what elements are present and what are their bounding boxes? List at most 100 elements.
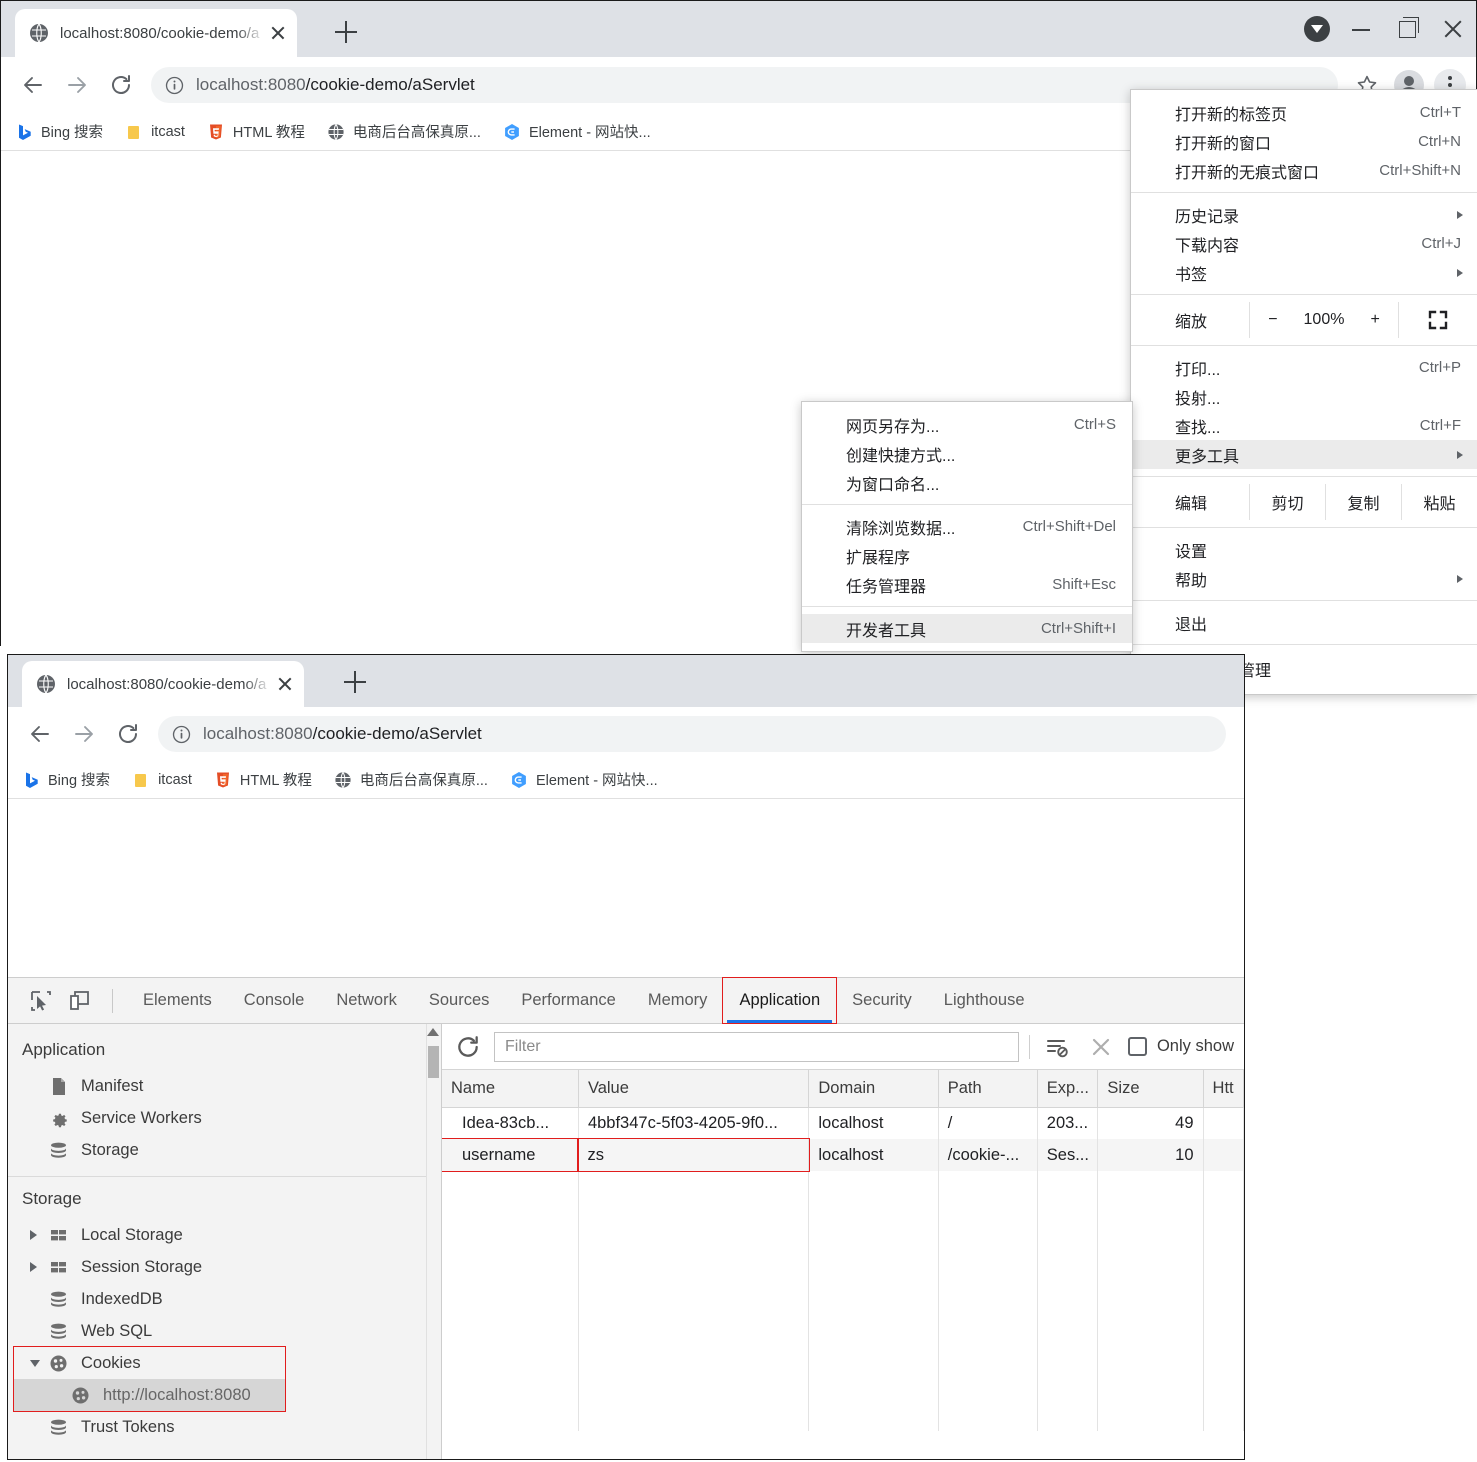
chevron-right-icon[interactable] [30, 1262, 37, 1272]
info-circle-icon[interactable] [165, 76, 184, 95]
only-show-checkbox[interactable] [1127, 1037, 1147, 1056]
submenu-item-task-manager[interactable]: 任务管理器 Shift+Esc [802, 570, 1132, 599]
submenu-item-developer-tools[interactable]: 开发者工具 Ctrl+Shift+I [802, 614, 1132, 643]
bookmark-itcast[interactable]: itcast [132, 771, 192, 789]
tab-lighthouse[interactable]: Lighthouse [928, 978, 1041, 1023]
tab-console[interactable]: Console [228, 978, 321, 1023]
cell-domain[interactable]: localhost [808, 1139, 939, 1171]
bookmark-itcast[interactable]: itcast [125, 123, 185, 141]
chevron-down-icon[interactable] [30, 1360, 40, 1372]
menu-item-cast[interactable]: 投射... [1131, 382, 1477, 411]
cell-path[interactable]: /cookie-... [938, 1139, 1038, 1171]
tab-sources[interactable]: Sources [413, 978, 506, 1023]
menu-item-more-tools[interactable]: 更多工具 [1131, 440, 1477, 469]
bookmark-html-tutorial[interactable]: HTML 教程 [207, 121, 305, 142]
submenu-item-name-window[interactable]: 为窗口命名... [802, 468, 1132, 497]
cell-value[interactable]: zs [577, 1138, 810, 1172]
sidebar-item-storage[interactable]: Storage [8, 1134, 441, 1166]
menu-item-new-incognito-window[interactable]: 打开新的无痕式窗口 Ctrl+Shift+N [1131, 156, 1477, 185]
menu-item-new-window[interactable]: 打开新的窗口 Ctrl+N [1131, 127, 1477, 156]
restore-icon[interactable] [1384, 1, 1430, 57]
column-header-value[interactable]: Value [578, 1070, 810, 1108]
column-header-expires[interactable]: Exp... [1037, 1070, 1099, 1108]
minimize-icon[interactable] [1338, 1, 1384, 57]
forward-arrow-icon[interactable] [62, 712, 106, 756]
sidebar-item-session-storage[interactable]: Session Storage [8, 1251, 441, 1283]
column-header-path[interactable]: Path [938, 1070, 1038, 1108]
tab-close-icon[interactable] [265, 20, 291, 46]
cell-httponly[interactable] [1203, 1139, 1245, 1171]
tab-network[interactable]: Network [320, 978, 413, 1023]
cell-path[interactable]: / [938, 1107, 1038, 1139]
back-arrow-icon[interactable] [11, 63, 55, 107]
menu-item-new-tab[interactable]: 打开新的标签页 Ctrl+T [1131, 98, 1477, 127]
cell-value[interactable]: 4bbf347c-5f03-4205-9f0... [578, 1107, 810, 1139]
tab-performance[interactable]: Performance [505, 978, 631, 1023]
fullscreen-button[interactable] [1399, 302, 1477, 338]
info-circle-icon[interactable] [172, 725, 191, 744]
menu-item-help[interactable]: 帮助 [1131, 564, 1477, 593]
cell-size[interactable]: 10 [1097, 1139, 1204, 1171]
sidebar-item-web-sql[interactable]: Web SQL [8, 1315, 441, 1347]
inspect-element-icon[interactable] [22, 982, 60, 1020]
submenu-item-create-shortcut[interactable]: 创建快捷方式... [802, 439, 1132, 468]
back-arrow-icon[interactable] [18, 712, 62, 756]
cell-expires[interactable]: 203... [1037, 1107, 1099, 1139]
tab-close-icon[interactable] [272, 671, 298, 697]
delete-x-icon[interactable] [1084, 1032, 1118, 1062]
tab-elements[interactable]: Elements [127, 978, 228, 1023]
refresh-icon[interactable] [452, 1031, 484, 1063]
sidebar-item-indexeddb[interactable]: IndexedDB [8, 1283, 441, 1315]
cell-httponly[interactable] [1203, 1107, 1245, 1139]
browser-tab[interactable]: localhost:8080/cookie-demo/a [22, 661, 304, 707]
browser-tab[interactable]: localhost:8080/cookie-demo/a [15, 9, 297, 57]
clear-all-cookies-icon[interactable] [1040, 1032, 1074, 1062]
device-toolbar-icon[interactable] [60, 982, 98, 1020]
menu-item-exit[interactable]: 退出 [1131, 608, 1477, 637]
bookmark-element[interactable]: Element - 网站快... [503, 121, 651, 142]
scroll-up-arrow-icon[interactable] [427, 1028, 439, 1036]
cell-name[interactable]: username [440, 1138, 580, 1172]
close-icon[interactable] [1430, 1, 1476, 57]
reload-icon[interactable] [106, 712, 150, 756]
menu-item-history[interactable]: 历史记录 [1131, 200, 1477, 229]
cell-expires[interactable]: Ses... [1037, 1139, 1099, 1171]
reload-icon[interactable] [99, 63, 143, 107]
paste-button[interactable]: 粘贴 [1401, 484, 1477, 520]
zoom-out-button[interactable]: − [1268, 311, 1277, 329]
address-bar[interactable]: localhost:8080/cookie-demo/aServlet [158, 716, 1226, 752]
cell-size[interactable]: 49 [1097, 1107, 1204, 1139]
new-tab-button[interactable] [340, 667, 370, 697]
bookmark-html-tutorial[interactable]: HTML 教程 [214, 769, 312, 790]
copy-button[interactable]: 复制 [1325, 484, 1401, 520]
zoom-in-button[interactable]: + [1370, 311, 1379, 329]
tab-memory[interactable]: Memory [632, 978, 724, 1023]
bookmark-bing[interactable]: Bing 搜索 [22, 769, 110, 790]
submenu-item-extensions[interactable]: 扩展程序 [802, 541, 1132, 570]
bookmark-ecommerce[interactable]: 电商后台高保真原... [334, 769, 488, 790]
column-header-httponly[interactable]: Htt [1203, 1070, 1245, 1108]
sidebar-item-manifest[interactable]: Manifest [8, 1070, 441, 1102]
table-row[interactable]: Idea-83cb... 4bbf347c-5f03-4205-9f0... l… [442, 1107, 1245, 1139]
chevron-right-icon[interactable] [30, 1230, 37, 1240]
submenu-item-clear-browsing-data[interactable]: 清除浏览数据... Ctrl+Shift+Del [802, 512, 1132, 541]
table-row[interactable]: username zs localhost /cookie-... Ses...… [440, 1138, 1245, 1172]
sidebar-item-cookies[interactable]: Cookies [14, 1347, 285, 1379]
column-header-size[interactable]: Size [1097, 1070, 1204, 1108]
filter-input[interactable]: Filter [494, 1031, 1019, 1062]
tab-application[interactable]: Application [722, 977, 838, 1024]
bookmark-element[interactable]: Element - 网站快... [510, 769, 658, 790]
sidebar-item-trust-tokens[interactable]: Trust Tokens [8, 1411, 441, 1443]
menu-item-downloads[interactable]: 下载内容 Ctrl+J [1131, 229, 1477, 258]
menu-item-settings[interactable]: 设置 [1131, 535, 1477, 564]
sidebar-scrollbar[interactable] [426, 1024, 441, 1459]
bookmark-ecommerce[interactable]: 电商后台高保真原... [327, 121, 481, 142]
forward-arrow-icon[interactable] [55, 63, 99, 107]
sidebar-item-service-workers[interactable]: Service Workers [8, 1102, 441, 1134]
submenu-item-save-page-as[interactable]: 网页另存为... Ctrl+S [802, 410, 1132, 439]
menu-item-print[interactable]: 打印... Ctrl+P [1131, 353, 1477, 382]
cell-domain[interactable]: localhost [808, 1107, 939, 1139]
scrollbar-thumb[interactable] [428, 1046, 439, 1078]
cut-button[interactable]: 剪切 [1249, 484, 1325, 520]
column-header-domain[interactable]: Domain [808, 1070, 939, 1108]
